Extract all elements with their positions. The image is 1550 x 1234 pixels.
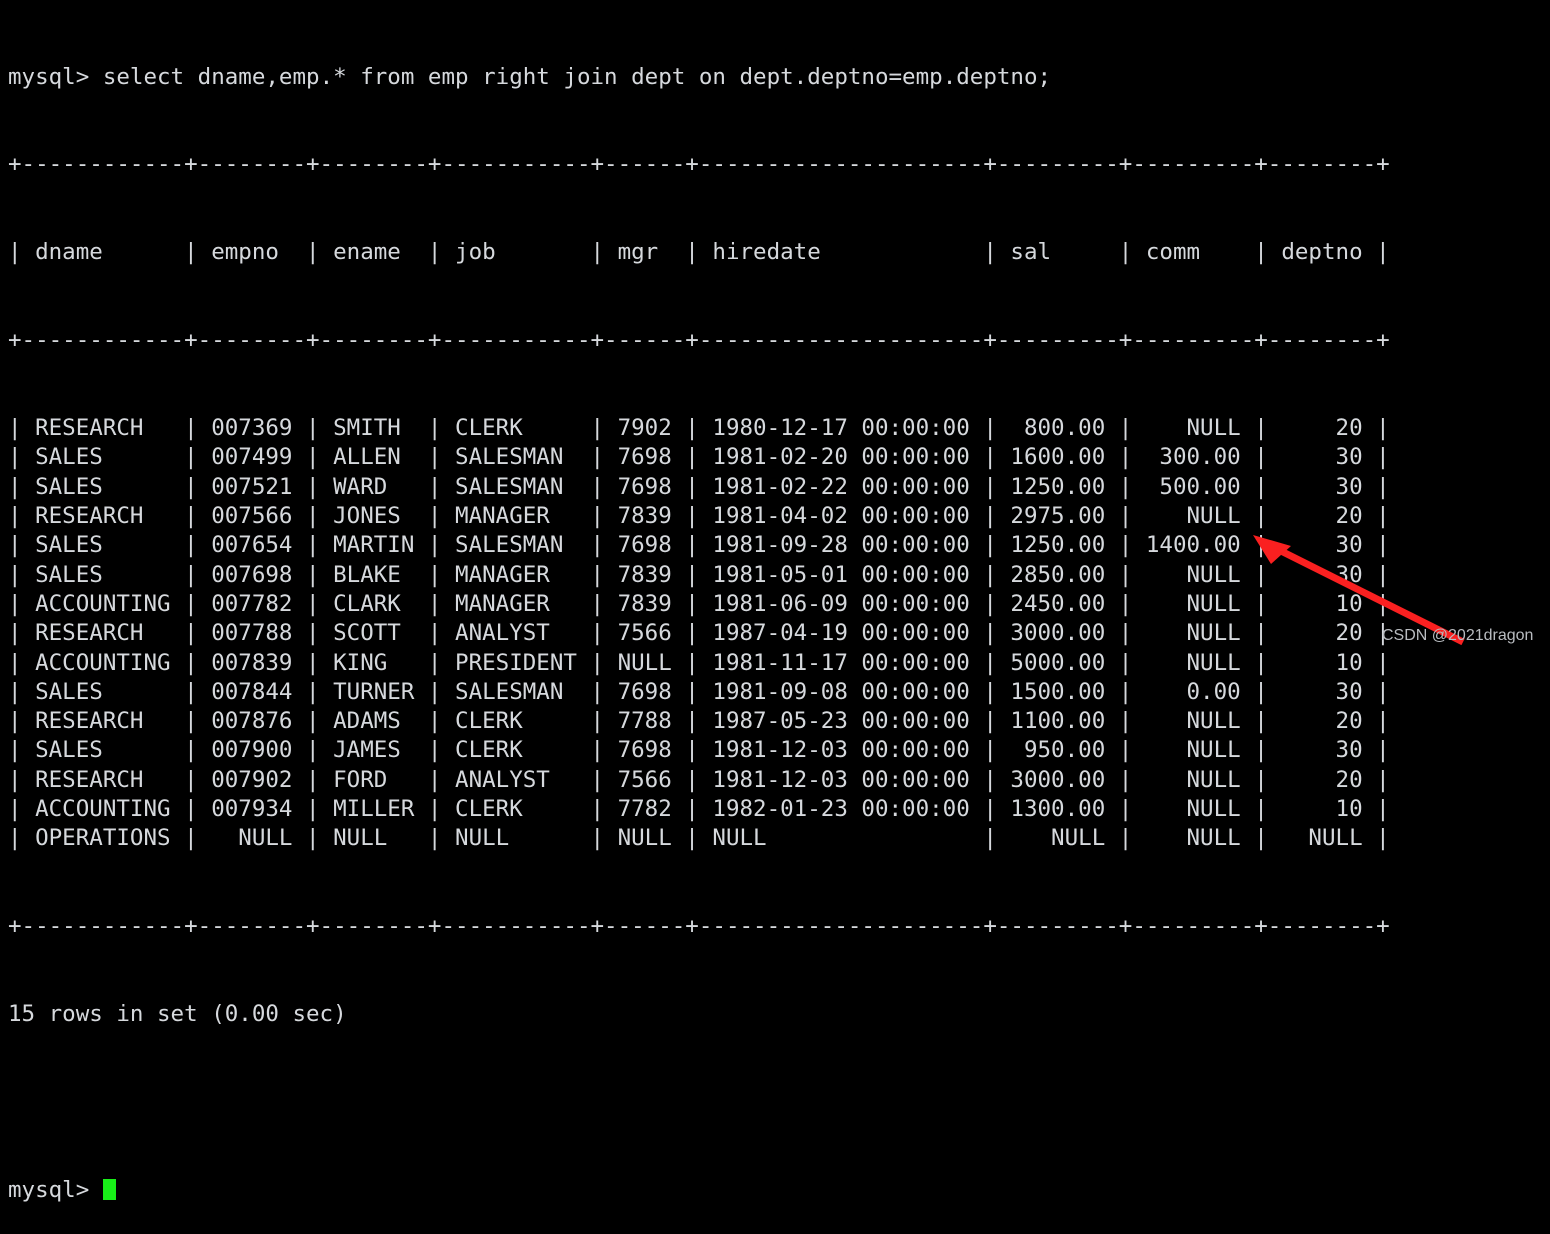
- table-row: | ACCOUNTING | 007934 | MILLER | CLERK |…: [8, 796, 1390, 823]
- table-row: | RESEARCH | 007369 | SMITH | CLERK | 79…: [8, 415, 1390, 442]
- table-header-row: | dname | empno | ename | job | mgr | hi…: [8, 239, 1390, 266]
- table-row: | SALES | 007900 | JAMES | CLERK | 7698 …: [8, 737, 1390, 764]
- table-row: | OPERATIONS | NULL | NULL | NULL | NULL…: [8, 825, 1390, 852]
- prompt-text: mysql>: [8, 63, 103, 90]
- final-prompt-text: mysql>: [8, 1176, 103, 1203]
- table-row: | SALES | 007499 | ALLEN | SALESMAN | 76…: [8, 444, 1390, 471]
- table-header-separator: +------------+--------+--------+--------…: [8, 327, 1390, 354]
- table-row: | RESEARCH | 007788 | SCOTT | ANALYST | …: [8, 620, 1390, 647]
- table-row: | RESEARCH | 007902 | FORD | ANALYST | 7…: [8, 766, 1390, 793]
- terminal-cursor: [102, 1178, 117, 1200]
- csdn-watermark: CSDN @2021dragon: [1382, 627, 1534, 644]
- status-line: 15 rows in set (0.00 sec): [8, 1001, 347, 1028]
- table-row: | ACCOUNTING | 007782 | CLARK | MANAGER …: [8, 590, 1390, 617]
- table-row: | SALES | 007698 | BLAKE | MANAGER | 783…: [8, 561, 1390, 588]
- final-prompt-line[interactable]: mysql>: [8, 1176, 1550, 1205]
- table-body: | RESEARCH | 007369 | SMITH | CLERK | 79…: [8, 414, 1550, 853]
- table-row: | SALES | 007844 | TURNER | SALESMAN | 7…: [8, 678, 1390, 705]
- table-row: | RESEARCH | 007566 | JONES | MANAGER | …: [8, 503, 1390, 530]
- query-line: mysql> select dname,emp.* from emp right…: [8, 63, 1550, 92]
- table-top-border: +------------+--------+--------+--------…: [8, 151, 1390, 178]
- table-bottom-border: +------------+--------+--------+--------…: [8, 913, 1390, 940]
- table-row: | ACCOUNTING | 007839 | KING | PRESIDENT…: [8, 649, 1390, 676]
- mysql-terminal[interactable]: mysql> select dname,emp.* from emp right…: [0, 0, 1550, 1203]
- table-row: | SALES | 007521 | WARD | SALESMAN | 769…: [8, 473, 1390, 500]
- table-row: | SALES | 007654 | MARTIN | SALESMAN | 7…: [8, 532, 1390, 559]
- table-row: | RESEARCH | 007876 | ADAMS | CLERK | 77…: [8, 708, 1390, 735]
- query-text: select dname,emp.* from emp right join d…: [102, 63, 1052, 90]
